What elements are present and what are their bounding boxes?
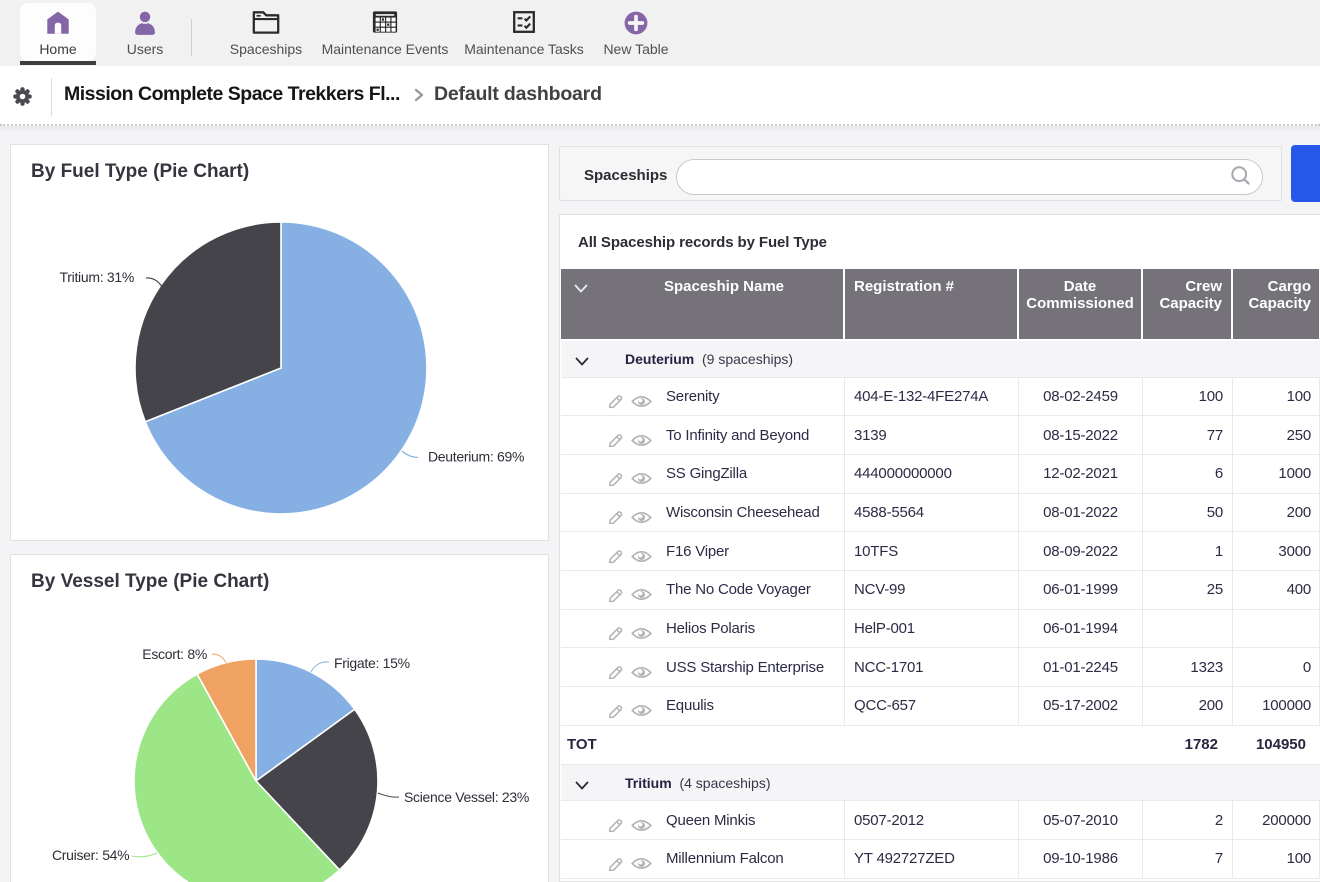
svg-text:Science Vessel: 23%: Science Vessel: 23%	[404, 789, 529, 805]
svg-text:Cruiser: 54%: Cruiser: 54%	[52, 847, 129, 863]
svg-text:Tritium: 31%: Tritium: 31%	[60, 269, 134, 285]
svg-text:Escort: 8%: Escort: 8%	[142, 646, 207, 662]
svg-text:Deuterium: 69%: Deuterium: 69%	[428, 449, 524, 465]
svg-text:Frigate: 15%: Frigate: 15%	[334, 655, 410, 671]
